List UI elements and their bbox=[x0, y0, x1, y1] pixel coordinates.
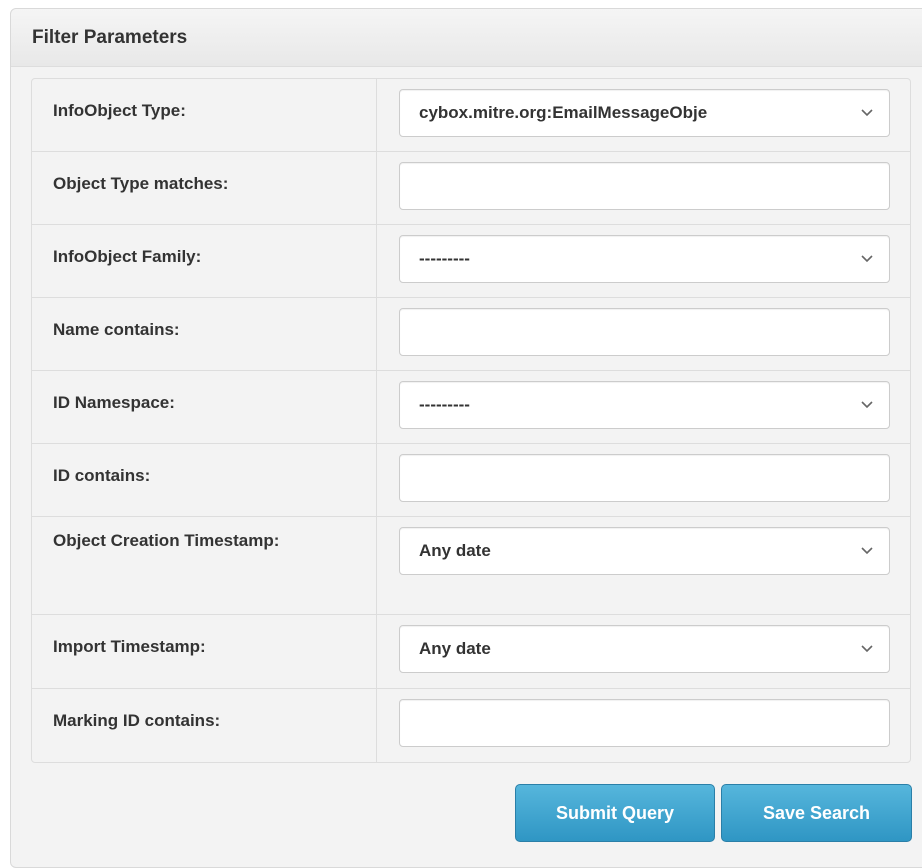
object-creation-timestamp-select[interactable]: Any date bbox=[399, 527, 890, 575]
filter-row-name-contains: Name contains: bbox=[32, 298, 910, 371]
infoobject-type-select[interactable]: cybox.mitre.org:EmailMessageObje bbox=[399, 89, 890, 137]
select-value: --------- bbox=[419, 395, 470, 414]
panel-title: Filter Parameters bbox=[11, 9, 922, 67]
select-value: Any date bbox=[419, 639, 491, 658]
filter-row-object-creation-timestamp: Object Creation Timestamp: Any date bbox=[32, 517, 910, 615]
filter-label: Object Type matches: bbox=[32, 152, 377, 224]
filter-label: InfoObject Type: bbox=[32, 79, 377, 151]
chevron-down-icon bbox=[861, 626, 873, 653]
filter-label: ID Namespace: bbox=[32, 371, 377, 443]
name-contains-input[interactable] bbox=[399, 308, 890, 356]
chevron-down-icon bbox=[861, 90, 873, 117]
filter-parameters-panel: Filter Parameters InfoObject Type: cybox… bbox=[10, 8, 922, 868]
filter-label: InfoObject Family: bbox=[32, 225, 377, 297]
filter-row-marking-id-contains: Marking ID contains: bbox=[32, 689, 910, 762]
filter-row-infoobject-family: InfoObject Family: --------- bbox=[32, 225, 910, 298]
filter-row-id-contains: ID contains: bbox=[32, 444, 910, 517]
infoobject-family-select[interactable]: --------- bbox=[399, 235, 890, 283]
select-value: Any date bbox=[419, 541, 491, 560]
filter-label: ID contains: bbox=[32, 444, 377, 516]
filter-row-id-namespace: ID Namespace: --------- bbox=[32, 371, 910, 444]
chevron-down-icon bbox=[861, 528, 873, 555]
filter-row-infoobject-type: InfoObject Type: cybox.mitre.org:EmailMe… bbox=[32, 79, 910, 152]
submit-query-button[interactable]: Submit Query bbox=[515, 784, 715, 842]
select-value: --------- bbox=[419, 249, 470, 268]
filter-table: InfoObject Type: cybox.mitre.org:EmailMe… bbox=[31, 78, 911, 763]
import-timestamp-select[interactable]: Any date bbox=[399, 625, 890, 673]
object-type-matches-input[interactable] bbox=[399, 162, 890, 210]
filter-label: Import Timestamp: bbox=[32, 615, 377, 688]
filter-row-object-type-matches: Object Type matches: bbox=[32, 152, 910, 225]
filter-row-import-timestamp: Import Timestamp: Any date bbox=[32, 615, 910, 689]
filter-label: Marking ID contains: bbox=[32, 689, 377, 762]
filter-label: Name contains: bbox=[32, 298, 377, 370]
id-namespace-select[interactable]: --------- bbox=[399, 381, 890, 429]
id-contains-input[interactable] bbox=[399, 454, 890, 502]
marking-id-contains-input[interactable] bbox=[399, 699, 890, 747]
select-value: cybox.mitre.org:EmailMessageObje bbox=[419, 103, 708, 122]
chevron-down-icon bbox=[861, 236, 873, 263]
filter-label: Object Creation Timestamp: bbox=[53, 531, 280, 550]
chevron-down-icon bbox=[861, 382, 873, 409]
save-search-button[interactable]: Save Search bbox=[721, 784, 912, 842]
